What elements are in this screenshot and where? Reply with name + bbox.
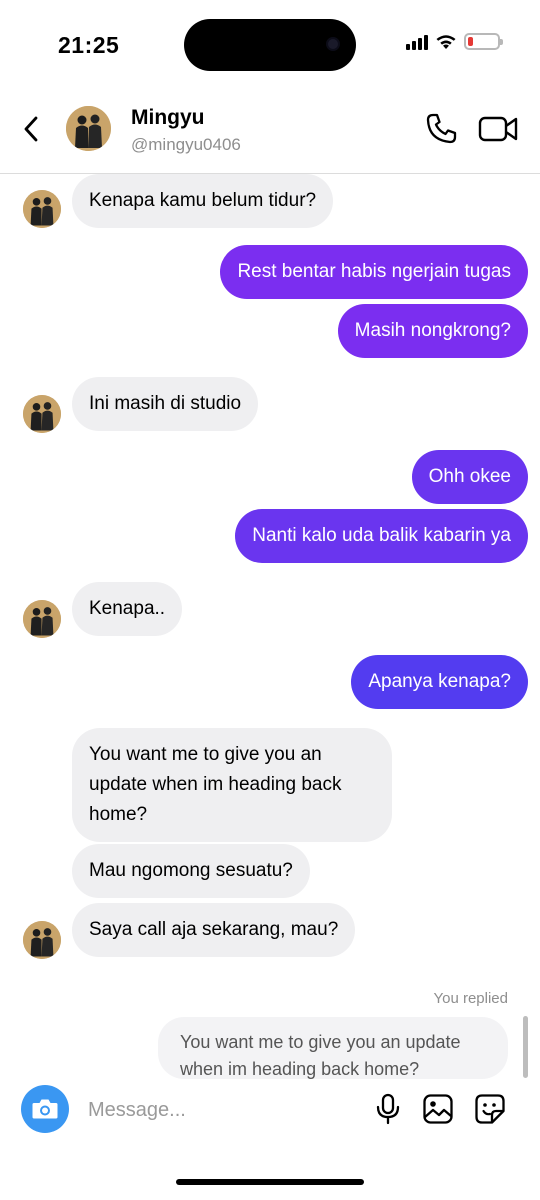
voice-message-button[interactable] xyxy=(371,1092,405,1126)
message-avatar[interactable] xyxy=(23,921,61,959)
signal-icon xyxy=(406,34,428,50)
video-camera-icon xyxy=(478,116,518,142)
message-avatar[interactable] xyxy=(23,395,61,433)
back-button[interactable] xyxy=(16,112,46,146)
outgoing-message[interactable]: Apanya kenapa? xyxy=(351,655,528,709)
incoming-message[interactable]: Saya call aja sekarang, mau? xyxy=(72,903,356,957)
incoming-message[interactable]: Kenapa.. xyxy=(72,582,183,636)
outgoing-message[interactable]: Ohh okee xyxy=(411,450,528,504)
voice-call-button[interactable] xyxy=(424,112,458,146)
contact-handle: @mingyu0406 xyxy=(131,135,241,154)
incoming-message[interactable]: Kenapa kamu belum tidur? xyxy=(72,174,334,228)
status-indicators xyxy=(406,33,503,50)
scrollbar[interactable] xyxy=(523,1016,528,1078)
battery-icon xyxy=(464,33,503,50)
image-icon xyxy=(423,1094,453,1124)
contact-name[interactable]: Mingyu xyxy=(131,106,205,130)
chat-header: Mingyu @mingyu0406 xyxy=(0,96,540,174)
wifi-icon xyxy=(436,35,456,49)
message-composer xyxy=(0,1079,540,1149)
camera-icon xyxy=(32,1099,58,1119)
outgoing-message[interactable]: Rest bentar habis ngerjain tugas xyxy=(220,245,528,299)
sticker-button[interactable] xyxy=(473,1092,507,1126)
home-indicator[interactable] xyxy=(176,1179,364,1185)
message-avatar[interactable] xyxy=(23,190,61,228)
gallery-button[interactable] xyxy=(421,1092,455,1126)
video-call-button[interactable] xyxy=(478,114,518,144)
contact-avatar[interactable] xyxy=(66,106,111,151)
incoming-message[interactable]: Mau ngomong sesuatu? xyxy=(72,844,310,898)
phone-icon xyxy=(426,113,457,144)
camera-button[interactable] xyxy=(21,1085,69,1133)
status-time: 21:25 xyxy=(58,32,120,58)
reply-quote-bubble[interactable]: You want me to give you an update when i… xyxy=(158,1017,508,1079)
dynamic-island xyxy=(184,19,356,71)
sticker-icon xyxy=(475,1094,505,1124)
incoming-message[interactable]: You want me to give you an update when i… xyxy=(72,728,392,842)
chevron-left-icon xyxy=(24,116,38,142)
message-input[interactable] xyxy=(88,1093,358,1127)
outgoing-message[interactable]: Nanti kalo uda balik kabarin ya xyxy=(235,509,528,563)
you-replied-label: You replied xyxy=(433,990,508,1007)
message-avatar[interactable] xyxy=(23,600,61,638)
microphone-icon xyxy=(376,1093,400,1125)
outgoing-message[interactable]: Masih nongkrong? xyxy=(337,304,528,358)
front-camera xyxy=(326,37,340,51)
incoming-message[interactable]: Ini masih di studio xyxy=(72,377,259,431)
